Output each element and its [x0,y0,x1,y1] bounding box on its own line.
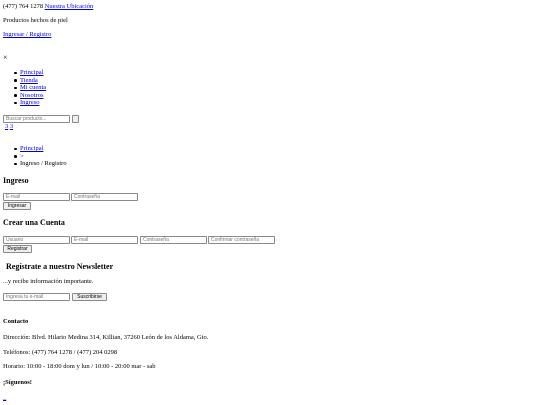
menu-item-principal: Principal [13,69,46,77]
breadcrumb-item-current: Ingreso / Registro [14,160,67,167]
menu-item-tienda: Tienda [13,77,46,85]
menu-item-mi-cuenta: Mi cuenta [13,84,46,92]
register-password-field[interactable] [140,236,207,244]
social-title: ¡Síguenos! [3,379,32,386]
login-title: Ingreso [3,176,29,185]
login-email-field[interactable] [3,193,70,201]
search-button[interactable] [72,115,79,123]
contact-hours: Horario: 10:00 - 18:00 dom y lun / 10:00… [3,363,156,370]
login-button[interactable]: Ingresar [3,202,31,210]
top-bar: (477) 764 1278 Nuestra Ubicación [3,3,94,11]
menu-link-mi-cuenta[interactable]: Mi cuenta [20,84,46,91]
menu-item-ingreso: Ingreso [13,99,46,107]
search-input[interactable] [3,115,70,123]
newsletter-subtitle: ...y recibe información importante. [3,278,94,285]
newsletter-title: Regístrate a nuestro Newsletter [6,262,114,271]
menu-link-tienda[interactable]: Tienda [20,77,38,84]
menu-item-nosotros: Nosotros [13,92,46,100]
register-confirm-field[interactable] [208,236,275,244]
brand-tagline: Productos hechos de piel [3,17,68,24]
register-user-field[interactable] [3,236,70,244]
cart-counter[interactable]: 3 3 [5,123,13,131]
login-password-field[interactable] [71,193,138,201]
breadcrumb-home-link[interactable]: Principal [20,145,43,152]
breadcrumb-item-home: Principal [14,145,67,153]
location-link[interactable]: Nuestra Ubicación [45,3,94,10]
close-menu-icon[interactable]: × [3,54,8,62]
breadcrumb-item-separator: > [14,153,67,161]
contact-title: Contacto [3,318,29,325]
phone-number: (477) 764 1278 [3,3,44,10]
menu-link-ingreso[interactable]: Ingreso [20,99,40,106]
cart-count-b[interactable]: 3 [10,123,13,130]
social-link[interactable]: _ [3,394,6,401]
newsletter-email-field[interactable] [3,293,70,301]
menu-link-principal[interactable]: Principal [20,69,43,76]
subscribe-button[interactable]: Suscribirse [72,293,107,301]
register-title: Crear una Cuenta [3,218,65,227]
breadcrumb: Principal > Ingreso / Registro [14,145,67,168]
login-register-link[interactable]: Ingresar / Registro [3,31,51,38]
contact-phones: Teléfonos: (477) 764 1278 / (477) 204 02… [3,349,118,356]
register-button[interactable]: Registrar [3,245,32,253]
cart-count-a[interactable]: 3 [5,123,8,130]
contact-address: Dirección: Blvd. Hilario Medina 314, Kil… [3,334,209,341]
menu-link-nosotros[interactable]: Nosotros [20,92,43,99]
register-email-field[interactable] [71,236,138,244]
main-menu: Principal Tienda Mi cuenta Nosotros Ingr… [13,69,46,107]
